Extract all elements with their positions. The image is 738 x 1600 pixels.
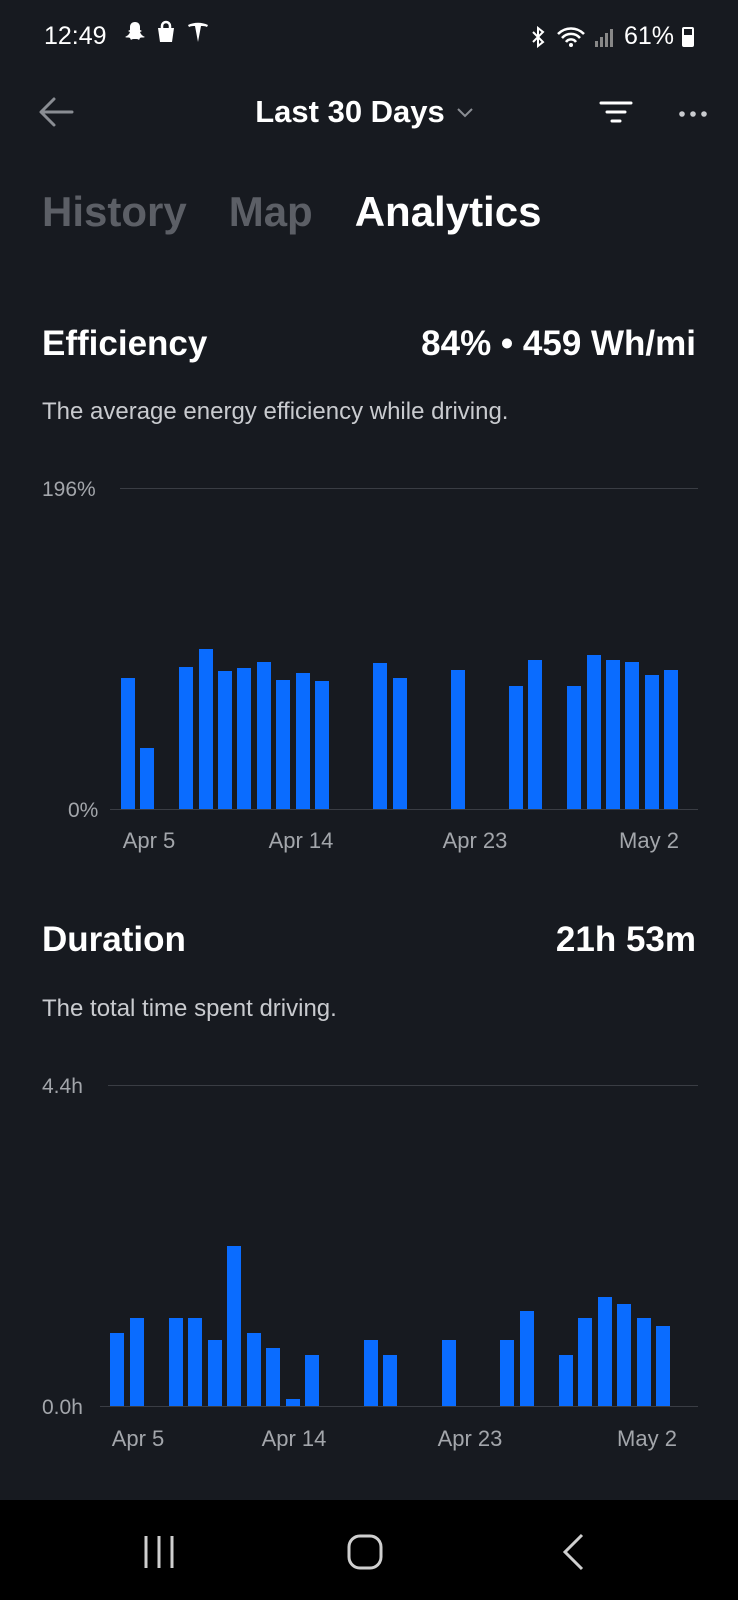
recent-apps-icon	[144, 1536, 174, 1568]
duration-x-tick: May 2	[617, 1426, 677, 1451]
back-button[interactable]	[36, 92, 76, 132]
more-horizontal-icon	[679, 111, 707, 117]
efficiency-bar	[528, 659, 543, 809]
duration-bar	[168, 1318, 183, 1406]
duration-bar	[597, 1296, 612, 1406]
efficiency-top-gridline	[120, 488, 698, 489]
tab-history[interactable]: History	[42, 188, 187, 236]
duration-bar	[636, 1318, 651, 1406]
efficiency-bar	[586, 655, 601, 809]
duration-bar	[656, 1325, 670, 1406]
duration-description: The total time spent driving.	[42, 995, 337, 1022]
duration-top-gridline	[108, 1085, 698, 1086]
duration-bar	[188, 1318, 202, 1406]
efficiency-bar	[218, 671, 232, 809]
efficiency-bar	[256, 661, 271, 809]
efficiency-bar	[121, 677, 135, 809]
efficiency-bar	[276, 679, 291, 809]
efficiency-bar	[295, 673, 310, 809]
efficiency-x-tick: Apr 5	[122, 828, 176, 853]
tab-map[interactable]: Map	[229, 188, 313, 236]
efficiency-bar	[606, 659, 620, 809]
efficiency-baseline	[110, 809, 698, 810]
efficiency-y-min-label: 0%	[68, 799, 99, 822]
duration-bar	[363, 1340, 378, 1406]
efficiency-bar	[644, 674, 659, 809]
efficiency-title: Efficiency	[42, 324, 208, 363]
efficiency-bar	[373, 663, 388, 809]
wifi-icon	[557, 26, 585, 47]
home-button[interactable]	[340, 1530, 390, 1574]
date-range-selector[interactable]: Last 30 Days	[200, 90, 530, 134]
duration-x-tick: Apr 5	[111, 1426, 165, 1451]
date-range-label: Last 30 Days	[255, 94, 445, 129]
duration-summary: 21h 53m	[555, 920, 696, 959]
filter-button[interactable]	[598, 96, 634, 128]
view-tabs: History Map Analytics	[42, 188, 541, 236]
duration-bar	[500, 1340, 514, 1406]
efficiency-bar	[625, 661, 640, 809]
duration-y-min-label: 0.0h	[42, 1396, 83, 1419]
duration-bar	[129, 1318, 144, 1406]
bluetooth-icon	[532, 25, 545, 48]
efficiency-bar	[198, 648, 213, 809]
status-time: 12:49	[44, 22, 107, 50]
efficiency-bar	[450, 669, 465, 809]
duration-bar	[207, 1340, 222, 1406]
efficiency-y-max-label: 196%	[42, 478, 96, 501]
efficiency-bar	[237, 668, 252, 809]
efficiency-x-tick: May 2	[619, 828, 679, 853]
efficiency-bar	[664, 669, 679, 809]
efficiency-summary: 84% • 459 Wh/mi	[421, 324, 696, 363]
chevron-down-icon	[457, 108, 473, 118]
tab-analytics[interactable]: Analytics	[355, 188, 542, 236]
status-bar: 12:49 61%	[0, 0, 738, 72]
efficiency-x-tick: Apr 23	[442, 828, 508, 853]
recent-apps-button[interactable]	[134, 1530, 184, 1574]
signal-icon	[594, 28, 613, 47]
battery-percent: 61%	[623, 22, 674, 50]
efficiency-description: The average energy efficiency while driv…	[42, 398, 509, 425]
duration-bar	[227, 1245, 241, 1406]
filter-icon	[599, 101, 633, 123]
duration-bar	[246, 1333, 261, 1406]
efficiency-bar	[567, 686, 582, 809]
duration-title: Duration	[42, 920, 186, 959]
efficiency-bar	[392, 677, 407, 809]
more-options-button[interactable]	[676, 98, 710, 126]
arrow-left-icon	[39, 97, 74, 127]
duration-bar	[285, 1398, 300, 1406]
efficiency-bar	[509, 686, 523, 809]
duration-bar	[305, 1354, 319, 1406]
duration-bar	[519, 1311, 534, 1406]
duration-baseline	[100, 1406, 698, 1407]
efficiency-x-tick: Apr 14	[268, 828, 334, 853]
efficiency-bar	[315, 681, 329, 809]
home-icon	[347, 1534, 383, 1570]
system-back-button[interactable]	[550, 1530, 600, 1574]
system-nav-bar	[0, 1500, 738, 1600]
duration-bar	[110, 1333, 124, 1406]
duration-bar	[617, 1303, 631, 1406]
duration-bar	[558, 1354, 573, 1406]
duration-y-max-label: 4.4h	[42, 1075, 83, 1098]
efficiency-bar	[140, 748, 155, 809]
snapchat-notification-icon	[125, 22, 145, 40]
chevron-left-icon	[562, 1533, 584, 1571]
shopping-bag-icon	[158, 20, 174, 42]
duration-bar	[441, 1340, 456, 1406]
duration-bar	[578, 1318, 592, 1406]
duration-x-tick: Apr 14	[261, 1426, 327, 1451]
duration-bar	[383, 1354, 397, 1406]
battery-icon	[682, 26, 694, 47]
efficiency-bar	[179, 666, 194, 809]
tesla-logo-icon	[188, 22, 208, 42]
duration-bar	[266, 1347, 280, 1406]
duration-x-tick: Apr 23	[437, 1426, 503, 1451]
